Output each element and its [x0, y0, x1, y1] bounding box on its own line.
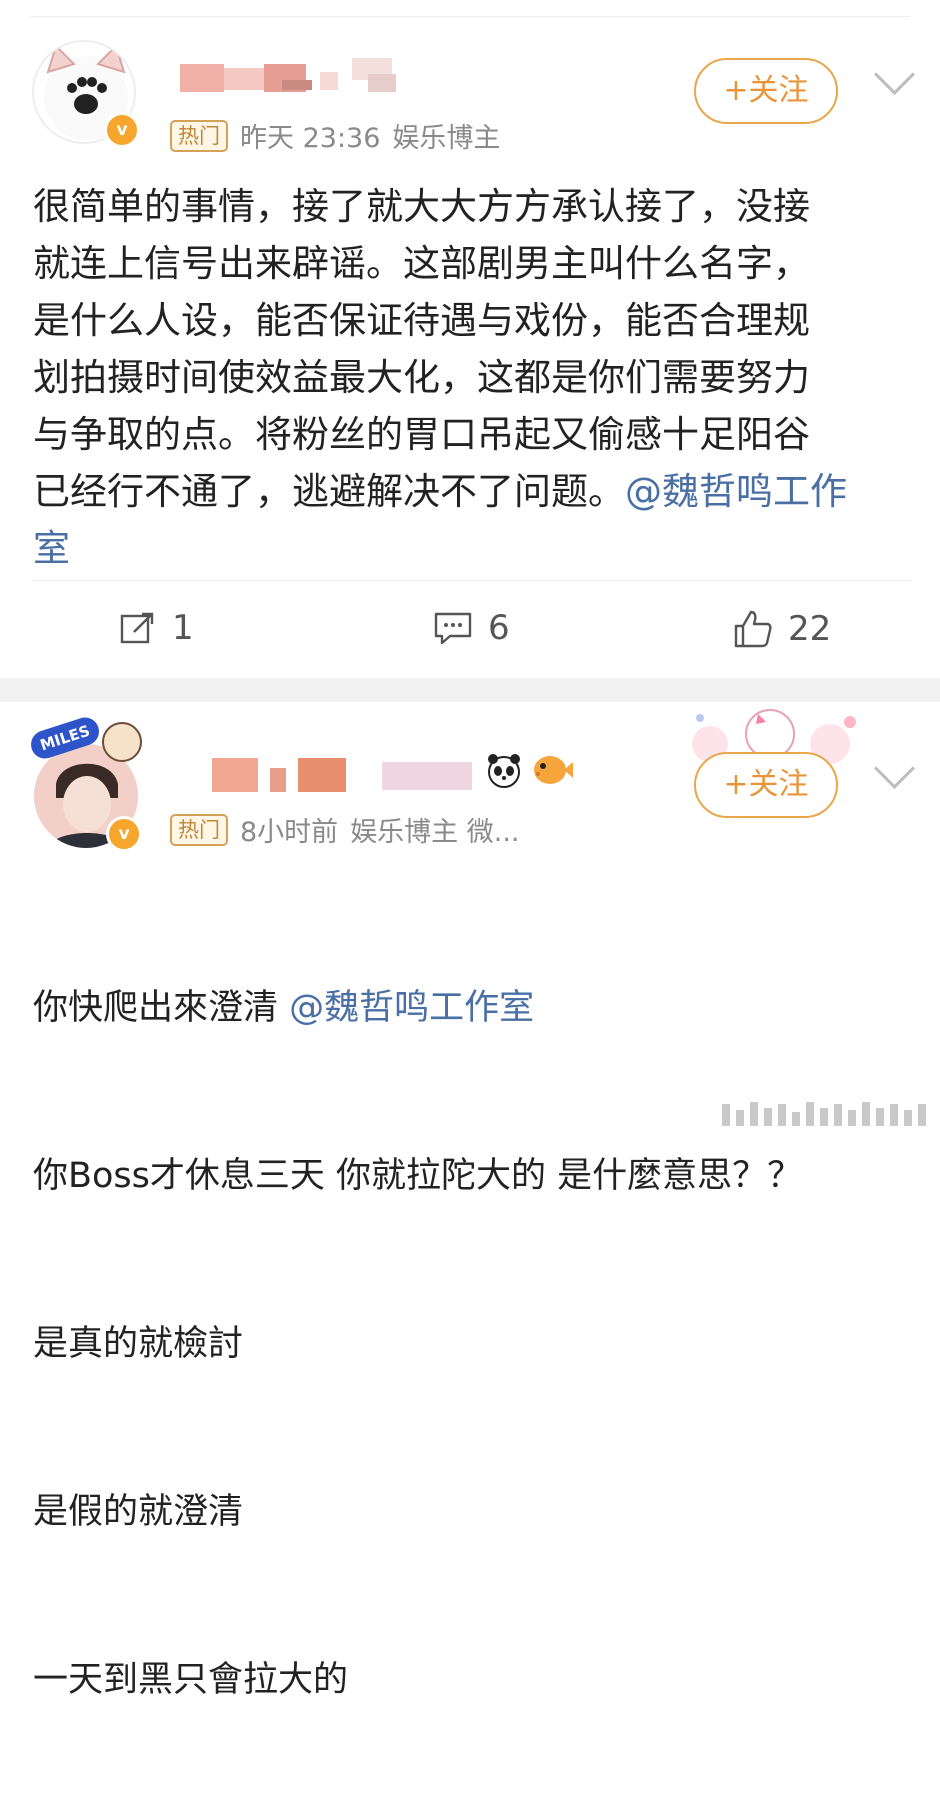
username-blurred[interactable] — [172, 58, 412, 98]
panda-emoji-icon — [484, 750, 524, 798]
verified-badge-icon: v — [104, 112, 140, 148]
post-meta: 热门 昨天 23:36 娱乐博主 — [170, 116, 500, 155]
post-card: v 热门 昨天 23:36 娱乐博主 +关注 很简单的事情，接了就大大方方承认接… — [0, 18, 940, 678]
verified-badge-icon: v — [106, 816, 142, 852]
post-line: 你Boss才休息三天 你就拉陀大的 是什麼意思？？ — [33, 1156, 803, 1196]
follow-button[interactable]: +关注 — [694, 752, 838, 818]
post-text-main: 很简单的事情，接了就大大方方承认接了，没接 就连上信号出来辟谣。这部剧男主叫什么… — [33, 185, 810, 513]
author-category: 娱乐博主 微... — [350, 817, 520, 848]
repost-button[interactable]: 1 — [118, 608, 194, 648]
avatar[interactable]: v — [32, 40, 140, 148]
post-line: 是真的就檢討 — [33, 1324, 244, 1364]
post-body: 你快爬出來澄清 @魏哲鸣工作室 你Boss才休息三天 你就拉陀大的 是什麼意思？… — [33, 868, 913, 1820]
comment-icon — [434, 612, 472, 645]
top-divider — [0, 0, 940, 18]
thumbs-up-icon — [734, 610, 772, 648]
divider — [33, 580, 910, 581]
post-card: MILES v 热门 8小时前 娱乐博主 微... +关注 你快爬出來澄清 @魏… — [0, 702, 940, 1700]
author-category: 娱乐博主 — [392, 123, 501, 154]
watermark-bar — [722, 1100, 932, 1130]
comment-count: 6 — [488, 608, 510, 648]
hot-badge: 热门 — [170, 119, 228, 152]
post-time: 8小时前 — [240, 817, 339, 848]
feed-separator — [0, 678, 940, 702]
chevron-down-icon[interactable] — [873, 747, 916, 790]
post-line: 你快爬出來澄清 @魏哲鸣工作室 — [33, 980, 913, 1036]
repost-icon — [120, 612, 154, 644]
pufferfish-emoji-icon — [530, 748, 574, 796]
like-button[interactable]: 22 — [732, 608, 831, 650]
comment-button[interactable]: 6 — [432, 608, 510, 648]
avatar[interactable]: MILES v — [27, 713, 142, 852]
repost-count: 1 — [172, 608, 194, 648]
post-line: 一天到黑只會拉大的 — [33, 1660, 349, 1700]
post-line: 是假的就澄清 — [33, 1492, 244, 1532]
post-body: 很简单的事情，接了就大大方方承认接了，没接 就连上信号出来辟谣。这部剧男主叫什么… — [33, 178, 913, 577]
like-count: 22 — [788, 609, 832, 649]
post-line-text: 你快爬出來澄清 — [33, 988, 290, 1028]
cartoon-sticker — [102, 722, 142, 762]
post-time: 昨天 23:36 — [240, 123, 381, 154]
post-meta: 热门 8小时前 娱乐博主 微... — [170, 810, 520, 849]
follow-button[interactable]: +关注 — [694, 58, 838, 124]
chevron-down-icon[interactable] — [873, 53, 916, 96]
hot-badge: 热门 — [170, 813, 228, 846]
username-blurred[interactable] — [212, 754, 482, 794]
mention-link[interactable]: @魏哲鸣工作室 — [289, 988, 534, 1028]
